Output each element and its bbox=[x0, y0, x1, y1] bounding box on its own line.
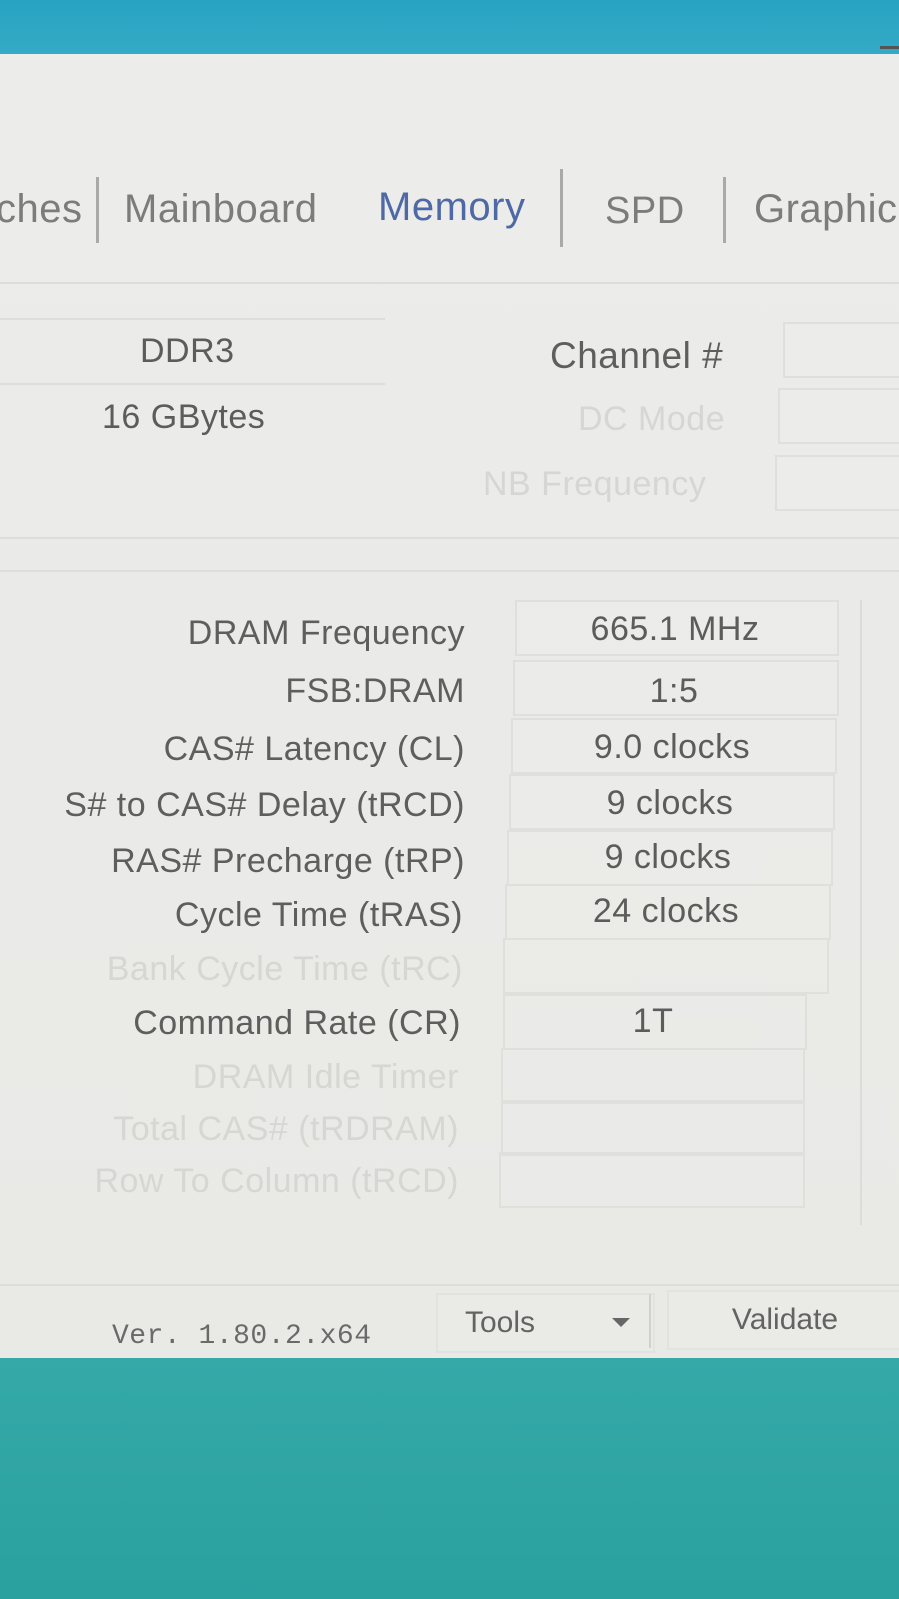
channel-field bbox=[783, 322, 899, 378]
tab-separator bbox=[96, 177, 99, 243]
command-rate-label: Command Rate (CR) bbox=[133, 1004, 461, 1042]
total-cas-field bbox=[501, 1100, 805, 1156]
desktop-background bbox=[0, 1358, 899, 1599]
timings-section-top bbox=[0, 570, 899, 572]
tab-bar: ches Mainboard Memory SPD Graphic bbox=[0, 125, 899, 247]
chevron-down-icon[interactable] bbox=[612, 1318, 630, 1327]
dram-frequency-label: DRAM Frequency bbox=[187, 614, 465, 652]
ras-to-cas-delay-value: 9 clocks bbox=[606, 784, 734, 822]
bank-cycle-time-label: Bank Cycle Time (tRC) bbox=[106, 950, 463, 988]
dram-frequency-value: 665.1 MHz bbox=[590, 610, 760, 648]
tabs-divider bbox=[0, 282, 899, 284]
tools-dropdown-separator bbox=[649, 1294, 651, 1348]
minimize-icon[interactable] bbox=[880, 46, 899, 49]
fsb-dram-label: FSB:DRAM bbox=[285, 672, 465, 710]
fsb-dram-value: 1:5 bbox=[649, 672, 699, 710]
bank-cycle-time-field bbox=[503, 938, 829, 994]
tab-graphics[interactable]: Graphic bbox=[754, 187, 898, 232]
dc-mode-field bbox=[778, 388, 899, 444]
ras-precharge-label: RAS# Precharge (tRP) bbox=[111, 842, 465, 880]
ras-to-cas-delay-label: S# to CAS# Delay (tRCD) bbox=[64, 786, 465, 824]
nb-frequency-field bbox=[775, 455, 899, 511]
row-to-column-label: Row To Column (tRCD) bbox=[94, 1162, 459, 1200]
tools-button-label[interactable]: Tools bbox=[440, 1306, 560, 1340]
tab-separator bbox=[560, 169, 563, 247]
general-divider bbox=[0, 383, 385, 385]
memory-type-value: DDR3 bbox=[140, 332, 235, 370]
cycle-time-label: Cycle Time (tRAS) bbox=[174, 896, 463, 934]
dram-idle-timer-label: DRAM Idle Timer bbox=[192, 1058, 459, 1096]
tab-memory[interactable]: Memory bbox=[378, 185, 525, 230]
memory-size-value: 16 GBytes bbox=[102, 398, 266, 436]
general-divider bbox=[0, 318, 385, 320]
tab-spd[interactable]: SPD bbox=[605, 190, 685, 233]
command-rate-value: 1T bbox=[632, 1002, 674, 1040]
tab-separator bbox=[723, 177, 726, 243]
cas-latency-value: 9.0 clocks bbox=[593, 728, 751, 766]
channel-label: Channel # bbox=[550, 335, 724, 376]
row-to-column-field bbox=[499, 1152, 805, 1208]
ras-precharge-value: 9 clocks bbox=[604, 838, 732, 876]
dram-idle-timer-field bbox=[501, 1048, 805, 1104]
desktop-top-bar bbox=[0, 0, 899, 56]
tab-mainboard[interactable]: Mainboard bbox=[124, 187, 318, 232]
cycle-time-value: 24 clocks bbox=[592, 892, 740, 930]
validate-button-label[interactable]: Validate bbox=[700, 1303, 870, 1337]
version-text: Ver. 1.80.2.x64 bbox=[112, 1321, 372, 1352]
dc-mode-label: DC Mode bbox=[578, 400, 726, 438]
nb-frequency-label: NB Frequency bbox=[483, 465, 707, 503]
cas-latency-label: CAS# Latency (CL) bbox=[163, 730, 465, 768]
general-section-bottom bbox=[0, 537, 899, 539]
total-cas-label: Total CAS# (tRDRAM) bbox=[113, 1110, 459, 1148]
footer-divider bbox=[0, 1284, 899, 1286]
timings-right-border bbox=[860, 600, 862, 1225]
tab-caches[interactable]: ches bbox=[0, 187, 83, 232]
